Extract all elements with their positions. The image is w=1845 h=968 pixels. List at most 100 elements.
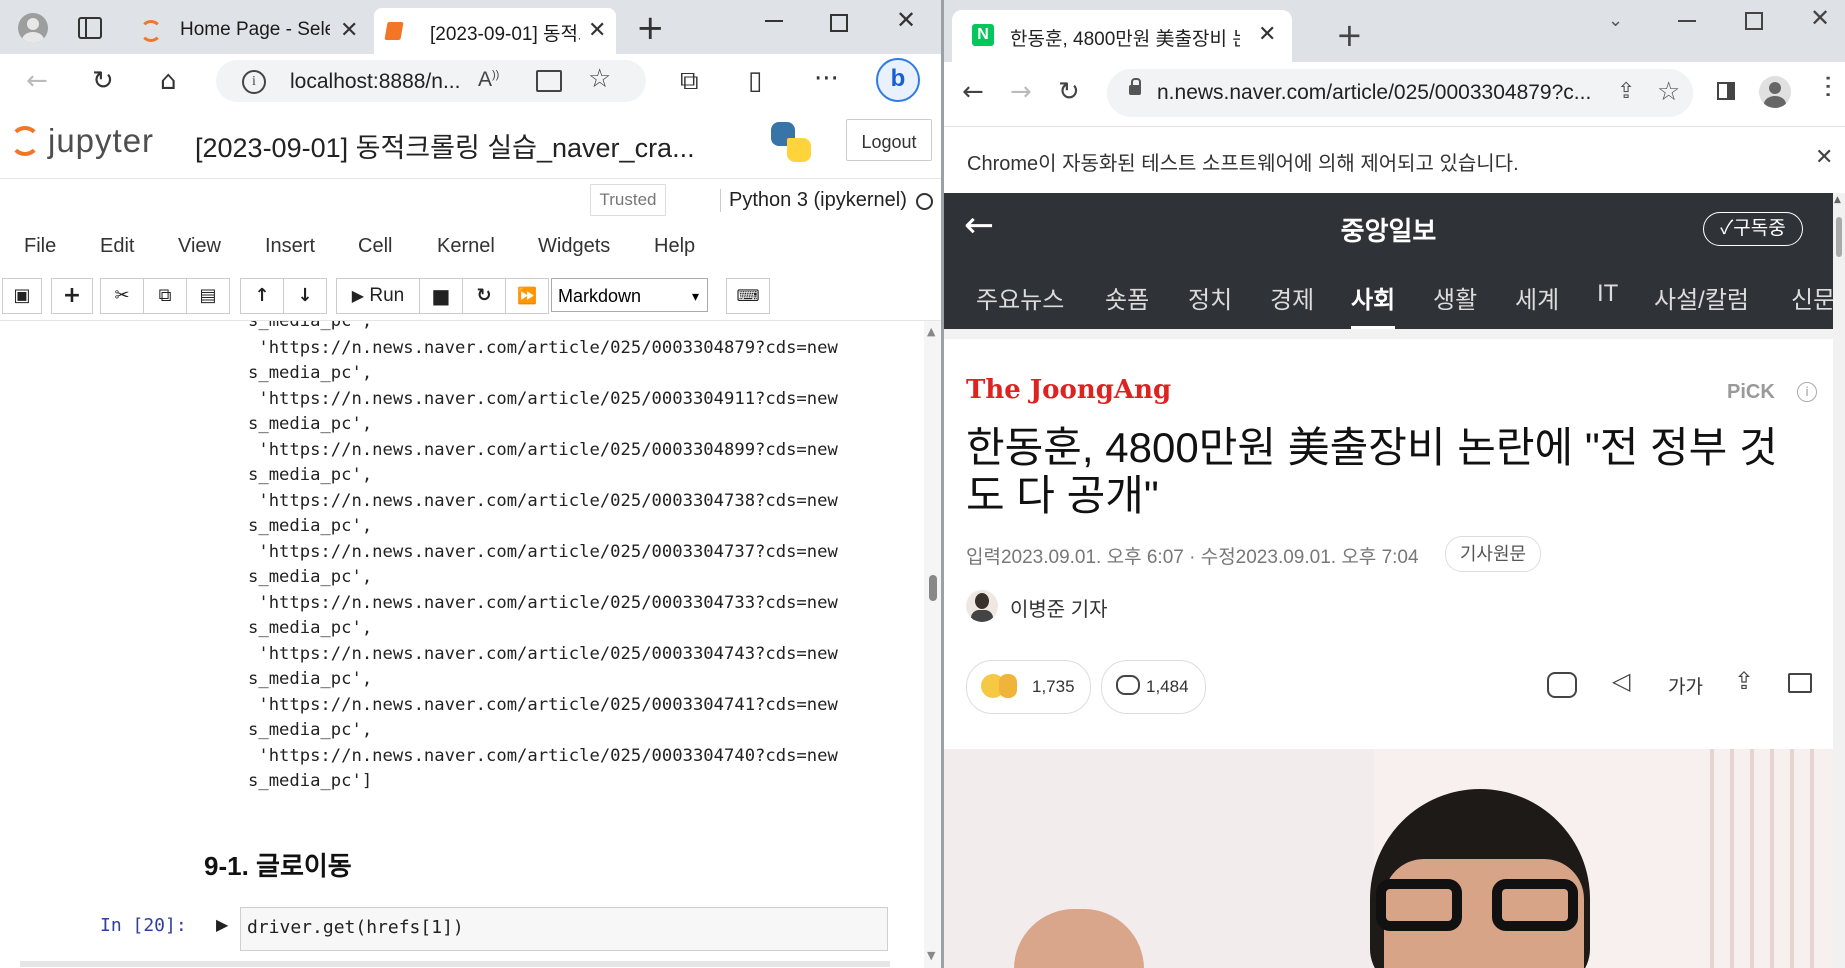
notebook-title[interactable]: [2023-09-01] 동적크롤링 실습_naver_cra... xyxy=(195,126,695,165)
immersive-reader-icon[interactable] xyxy=(536,70,562,92)
reporter-name[interactable]: 이병준 기자 xyxy=(1010,593,1108,622)
code-cell-editor[interactable]: driver.get(hrefs[1]) xyxy=(240,907,888,951)
cut-icon[interactable]: ✂ xyxy=(100,278,144,314)
copy-icon[interactable]: ⧉ xyxy=(143,278,187,314)
tab-naver-article[interactable]: N 한동훈, 4800만원 美출장비 논란 ✕ xyxy=(952,10,1292,62)
close-tab-icon[interactable]: ✕ xyxy=(588,17,606,43)
jupyter-logo-icon[interactable] xyxy=(10,126,40,156)
nav-item[interactable]: 세계 xyxy=(1515,280,1559,315)
minimize-icon[interactable] xyxy=(1678,20,1696,22)
move-up-icon[interactable]: ↑ xyxy=(240,278,284,314)
markdown-heading[interactable]: 9-1. 글로이동 xyxy=(204,846,352,883)
logout-button[interactable]: Logout xyxy=(846,119,932,161)
menu-edit[interactable]: Edit xyxy=(100,235,134,258)
scroll-up-icon[interactable]: ▲ xyxy=(927,325,935,338)
back-icon[interactable]: ← xyxy=(962,77,984,107)
info-icon[interactable]: i xyxy=(1797,382,1817,402)
share-icon[interactable]: ⇪ xyxy=(1734,667,1754,695)
tab-notebook-active[interactable]: [2023-09-01] 동적크롤링 실습 ✕ xyxy=(374,8,616,54)
run-button[interactable]: ▶ Run xyxy=(336,278,420,314)
maximize-icon[interactable] xyxy=(1745,12,1763,30)
original-article-button[interactable]: 기사원문 xyxy=(1445,536,1541,572)
nav-item[interactable]: IT xyxy=(1597,280,1618,308)
vertical-scrollbar[interactable]: ▲ ▼ xyxy=(924,321,941,968)
minimize-icon[interactable] xyxy=(765,20,783,22)
read-aloud-icon[interactable]: A)) xyxy=(478,68,499,92)
paste-icon[interactable]: ▤ xyxy=(186,278,230,314)
bing-copilot-icon[interactable]: b xyxy=(876,58,920,102)
close-tab-icon[interactable]: ✕ xyxy=(340,17,358,43)
split-screen-icon[interactable]: ▯ xyxy=(748,66,762,96)
menu-cell[interactable]: Cell xyxy=(358,235,392,258)
command-palette-keyboard-icon[interactable]: ⌨ xyxy=(726,278,770,314)
lock-icon[interactable] xyxy=(1129,85,1141,95)
tab-search-icon[interactable]: ⌄ xyxy=(1608,10,1623,31)
nav-item[interactable]: 신문 xyxy=(1791,280,1835,315)
menu-widgets[interactable]: Widgets xyxy=(538,235,610,258)
subscribe-button[interactable]: ✓구독중 xyxy=(1703,212,1803,246)
insert-cell-icon[interactable]: + xyxy=(51,278,93,314)
bookmark-star-icon[interactable]: ☆ xyxy=(1657,77,1680,107)
page-scrollbar[interactable]: ▲ xyxy=(1833,193,1845,968)
press-brand[interactable]: 중앙일보 xyxy=(944,211,1833,248)
back-icon[interactable]: ← xyxy=(26,66,48,96)
menu-help[interactable]: Help xyxy=(654,235,695,258)
nav-item[interactable]: 숏폼 xyxy=(1105,280,1149,315)
profile-avatar-icon[interactable] xyxy=(1759,76,1791,108)
restart-icon[interactable]: ↻ xyxy=(462,278,506,314)
print-icon[interactable] xyxy=(1788,673,1812,693)
address-bar[interactable]: i localhost:8888/n... A)) ☆ xyxy=(216,60,646,102)
menu-file[interactable]: File xyxy=(24,235,56,258)
scroll-thumb[interactable] xyxy=(929,575,937,601)
font-size-button[interactable]: 가가 xyxy=(1668,672,1703,699)
maximize-icon[interactable] xyxy=(830,14,848,32)
forward-icon[interactable]: → xyxy=(1010,77,1032,107)
menu-kernel[interactable]: Kernel xyxy=(437,235,495,258)
nav-item[interactable]: 주요뉴스 xyxy=(976,280,1064,315)
restart-run-all-icon[interactable]: ⏩ xyxy=(505,278,549,314)
reporter-avatar[interactable] xyxy=(966,590,998,622)
nav-item[interactable]: 사설/칼럼 xyxy=(1654,280,1749,315)
address-text[interactable]: n.news.naver.com/article/025/0003304879?… xyxy=(1157,81,1607,105)
speaker-icon[interactable]: ◁ xyxy=(1612,667,1630,695)
close-window-icon[interactable]: ✕ xyxy=(896,6,916,34)
reaction-button[interactable]: 1,735 xyxy=(966,660,1091,714)
scroll-thumb[interactable] xyxy=(1836,217,1842,257)
extensions-icon[interactable]: ⧉ xyxy=(680,66,699,96)
close-infobar-icon[interactable]: ✕ xyxy=(1815,145,1833,170)
menu-insert[interactable]: Insert xyxy=(265,235,315,258)
comments-button[interactable]: 1,484 xyxy=(1101,660,1206,714)
side-panel-icon[interactable] xyxy=(1717,82,1735,100)
robot-summary-icon[interactable] xyxy=(1547,672,1577,698)
home-icon[interactable]: ⌂ xyxy=(160,66,177,96)
nav-item[interactable]: 정치 xyxy=(1188,280,1232,315)
move-down-icon[interactable]: ↓ xyxy=(283,278,327,314)
jupyter-logo-text[interactable]: jupyter xyxy=(48,122,154,160)
share-icon[interactable]: ⇪ xyxy=(1617,79,1635,104)
nav-item[interactable]: 경제 xyxy=(1270,280,1314,315)
new-tab-icon[interactable]: + xyxy=(636,8,665,48)
scroll-down-icon[interactable]: ▼ xyxy=(927,949,935,962)
scroll-up-icon[interactable]: ▲ xyxy=(1834,195,1841,205)
tab-home-page[interactable]: Home Page - Select or create a notebook … xyxy=(130,8,370,54)
trusted-indicator[interactable]: Trusted xyxy=(590,184,666,216)
close-tab-icon[interactable]: ✕ xyxy=(1258,22,1276,47)
tab-actions-icon[interactable] xyxy=(78,17,102,39)
menu-view[interactable]: View xyxy=(178,235,221,258)
profile-avatar-icon[interactable] xyxy=(18,13,48,43)
address-text[interactable]: localhost:8888/n... xyxy=(290,70,460,94)
nav-item[interactable]: 생활 xyxy=(1433,280,1477,315)
interrupt-icon[interactable]: ■ xyxy=(419,278,463,314)
kernel-name[interactable]: Python 3 (ipykernel) xyxy=(720,189,907,212)
refresh-icon[interactable]: ↻ xyxy=(92,66,114,96)
close-window-icon[interactable]: ✕ xyxy=(1810,4,1830,32)
site-info-icon[interactable]: i xyxy=(242,70,266,94)
address-bar[interactable]: n.news.naver.com/article/025/0003304879?… xyxy=(1107,69,1693,117)
cell-type-select[interactable]: Markdown ▾ xyxy=(551,278,708,312)
press-logo[interactable]: The JoongAng xyxy=(966,375,1171,405)
favorite-star-icon[interactable]: ☆ xyxy=(588,64,611,94)
more-options-icon[interactable]: ··· xyxy=(814,64,839,94)
new-tab-icon[interactable]: + xyxy=(1336,16,1363,54)
cell-run-indicator-icon[interactable]: ▶ xyxy=(216,915,228,934)
refresh-icon[interactable]: ↻ xyxy=(1058,77,1080,107)
